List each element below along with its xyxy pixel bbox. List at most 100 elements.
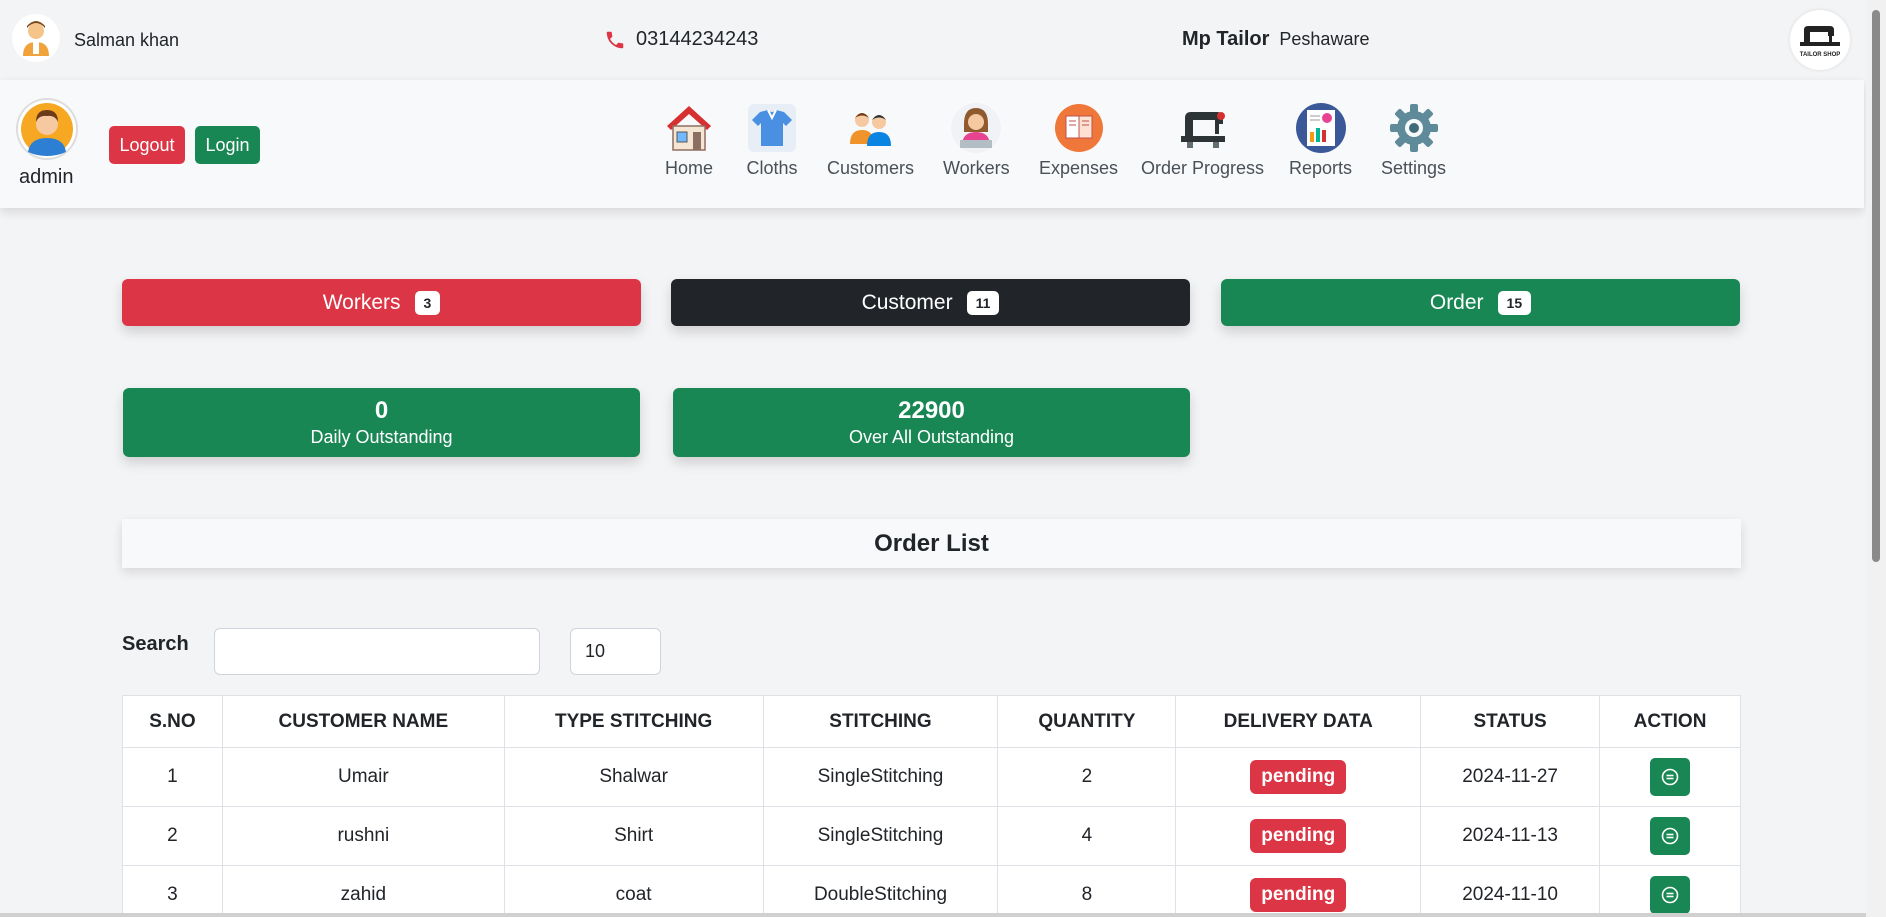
phone-number: 03144234243 bbox=[604, 28, 758, 51]
menu-circle-icon bbox=[1661, 827, 1679, 845]
nav-reports[interactable]: Reports bbox=[1289, 102, 1352, 179]
cell-type: Shalwar bbox=[503, 747, 764, 807]
shop-name: Mp Tailor bbox=[1182, 28, 1270, 50]
daily-outstanding-value: 0 bbox=[374, 396, 389, 424]
customer-label: Customer bbox=[861, 290, 953, 314]
cell-action bbox=[1599, 806, 1741, 866]
overall-outstanding-card: 22900 Over All Outstanding bbox=[673, 388, 1190, 457]
nav-order-progress-label: Order Progress bbox=[1141, 158, 1265, 178]
cell-stitching: SingleStitching bbox=[762, 806, 999, 866]
page-scrollbar[interactable] bbox=[1866, 0, 1886, 917]
cell-delivery: pending bbox=[1175, 806, 1422, 866]
nav-settings-label: Settings bbox=[1381, 158, 1447, 178]
view-order-button[interactable] bbox=[1650, 817, 1691, 855]
shop-logo: TAILOR SHOP bbox=[1790, 10, 1850, 70]
nav-expenses[interactable]: Expenses bbox=[1039, 102, 1118, 179]
nav-cloths-label: Cloths bbox=[746, 158, 798, 178]
cell-stitching: DoubleStitching bbox=[762, 865, 999, 917]
cell-quantity: 4 bbox=[997, 806, 1177, 866]
nav-home-label: Home bbox=[664, 158, 713, 178]
pending-badge: pending bbox=[1250, 760, 1347, 794]
scrollbar-thumb[interactable] bbox=[1872, 10, 1880, 562]
page-size-select[interactable]: 10 bbox=[570, 628, 661, 675]
col-sno[interactable]: S.NO bbox=[122, 695, 223, 748]
cell-customer: Umair bbox=[221, 747, 505, 807]
order-list-title: Order List bbox=[122, 519, 1741, 568]
menu-circle-icon bbox=[1661, 886, 1679, 904]
cell-sno: 3 bbox=[122, 865, 223, 917]
order-badge: 15 bbox=[1497, 290, 1532, 315]
home-icon bbox=[663, 102, 715, 154]
logout-button[interactable]: Logout bbox=[109, 126, 185, 164]
nav-customers-label: Customers bbox=[827, 158, 915, 178]
pending-badge: pending bbox=[1250, 878, 1347, 912]
admin-avatar-icon bbox=[21, 103, 73, 156]
cell-type: coat bbox=[503, 865, 764, 917]
workers-badge: 3 bbox=[414, 290, 441, 315]
logo-text: TAILOR SHOP bbox=[1800, 52, 1841, 58]
worker-icon bbox=[950, 102, 1002, 154]
admin-role: admin bbox=[19, 166, 74, 188]
customer-count-button[interactable]: Customer 11 bbox=[671, 279, 1190, 326]
shirt-icon bbox=[746, 102, 798, 154]
cell-sno: 2 bbox=[122, 806, 223, 866]
col-customer-name[interactable]: CUSTOMER NAME bbox=[221, 695, 505, 748]
menu-circle-icon bbox=[1661, 768, 1679, 786]
order-count-button[interactable]: Order 15 bbox=[1221, 279, 1740, 326]
expenses-icon bbox=[1053, 102, 1105, 154]
user-name: Salman khan bbox=[74, 30, 180, 50]
table-header-row: S.NO CUSTOMER NAME TYPE STITCHING STITCH… bbox=[122, 695, 1741, 748]
view-order-button[interactable] bbox=[1650, 758, 1691, 796]
admin-avatar[interactable] bbox=[16, 98, 78, 160]
daily-outstanding-card: 0 Daily Outstanding bbox=[123, 388, 640, 457]
cell-customer: zahid bbox=[221, 865, 505, 917]
nav-order-progress[interactable]: Order Progress bbox=[1141, 102, 1264, 179]
nav-reports-label: Reports bbox=[1289, 158, 1353, 178]
nav-settings[interactable]: Settings bbox=[1381, 102, 1446, 179]
table-row: 1 Umair Shalwar SingleStitching 2 pendin… bbox=[122, 747, 1741, 807]
cell-delivery: pending bbox=[1175, 865, 1422, 917]
cell-type: Shirt bbox=[503, 806, 764, 866]
cell-status: 2024-11-10 bbox=[1420, 865, 1601, 917]
nav-home[interactable]: Home bbox=[663, 102, 715, 179]
tailor-avatar-icon bbox=[23, 21, 49, 56]
sewing-machine-logo-icon: TAILOR SHOP bbox=[1800, 26, 1841, 58]
workers-count-button[interactable]: Workers 3 bbox=[122, 279, 641, 326]
pending-badge: pending bbox=[1250, 819, 1347, 853]
col-stitching[interactable]: STITCHING bbox=[762, 695, 999, 748]
col-delivery-data[interactable]: DELIVERY DATA bbox=[1175, 695, 1422, 748]
shop-city: Peshaware bbox=[1279, 29, 1370, 49]
cell-customer: rushni bbox=[221, 806, 505, 866]
col-action: ACTION bbox=[1599, 695, 1741, 748]
overall-outstanding-label: Over All Outstanding bbox=[848, 426, 1015, 447]
customer-badge: 11 bbox=[966, 290, 1000, 315]
phone-text: 03144234243 bbox=[636, 28, 759, 50]
order-label: Order bbox=[1429, 290, 1484, 314]
shop-info: Mp Tailor Peshaware bbox=[1182, 28, 1369, 51]
nav-workers[interactable]: Workers bbox=[943, 102, 1010, 179]
viewport-bottom-edge bbox=[0, 913, 1866, 917]
cell-action bbox=[1599, 865, 1741, 917]
order-table: S.NO CUSTOMER NAME TYPE STITCHING STITCH… bbox=[122, 695, 1741, 917]
nav-customers[interactable]: Customers bbox=[827, 102, 914, 179]
search-input[interactable] bbox=[214, 628, 540, 675]
daily-outstanding-label: Daily Outstanding bbox=[310, 426, 453, 447]
table-row: 2 rushni Shirt SingleStitching 4 pending… bbox=[122, 806, 1741, 866]
nav-cloths[interactable]: Cloths bbox=[746, 102, 798, 179]
cell-stitching: SingleStitching bbox=[762, 747, 999, 807]
sewing-machine-icon bbox=[1177, 102, 1229, 154]
top-bar: Salman khan 03144234243 Mp Tailor Peshawa… bbox=[0, 0, 1866, 80]
col-type-stitching[interactable]: TYPE STITCHING bbox=[503, 695, 764, 748]
cell-delivery: pending bbox=[1175, 747, 1422, 807]
view-order-button[interactable] bbox=[1650, 876, 1691, 914]
phone-icon bbox=[606, 31, 624, 48]
cell-status: 2024-11-27 bbox=[1420, 747, 1601, 807]
cell-quantity: 2 bbox=[997, 747, 1177, 807]
col-status[interactable]: STATUS bbox=[1420, 695, 1601, 748]
overall-outstanding-value: 22900 bbox=[898, 396, 965, 424]
cell-status: 2024-11-13 bbox=[1420, 806, 1601, 866]
col-quantity[interactable]: QUANTITY bbox=[997, 695, 1177, 748]
login-button[interactable]: Login bbox=[195, 126, 260, 164]
workers-label: Workers bbox=[322, 290, 401, 314]
cell-quantity: 8 bbox=[997, 865, 1177, 917]
